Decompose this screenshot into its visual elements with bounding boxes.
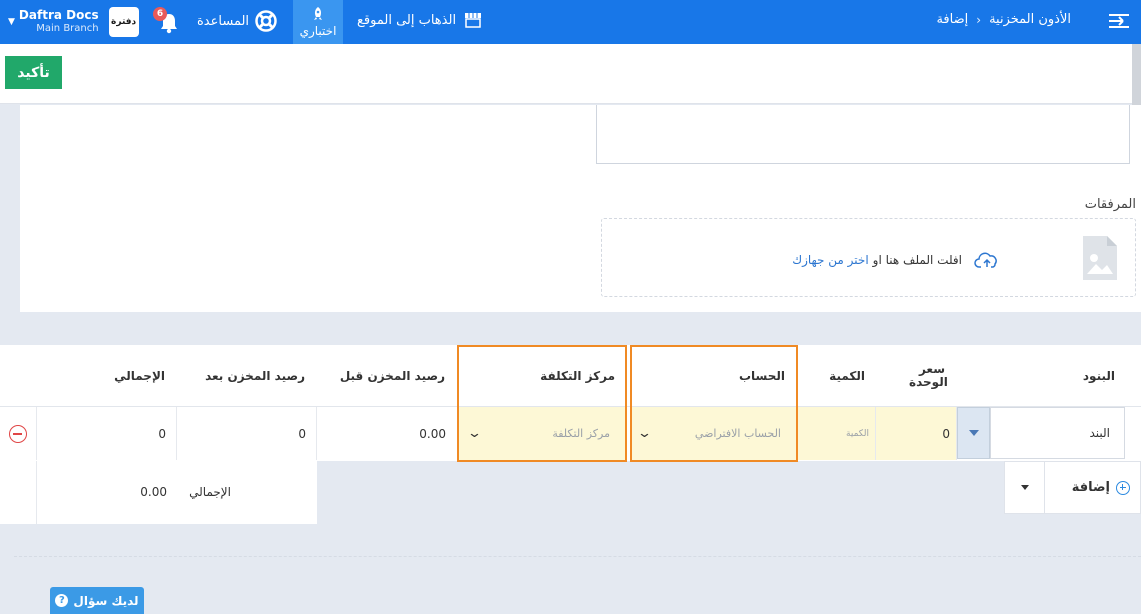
stock-before-cell: 0.00 — [317, 407, 459, 460]
header-total: الإجمالي — [114, 369, 165, 383]
caret-down-icon: ▼ — [8, 17, 15, 27]
action-bar: تأكيد — [0, 44, 1141, 104]
item-value: البند — [1089, 426, 1110, 440]
rocket-icon — [314, 7, 322, 20]
caret-down-icon — [1021, 485, 1029, 490]
help-button[interactable]: المساعدة — [197, 10, 277, 32]
branch-name: Main Branch — [36, 23, 99, 34]
header-items: البنود — [1082, 369, 1115, 383]
ask-question-button[interactable]: ? لديك سؤال — [50, 587, 144, 614]
stock-before-value: 0.00 — [419, 426, 446, 441]
chevron-right-icon: › — [976, 12, 982, 27]
totals-box: الإجمالي 0.00 — [37, 461, 317, 524]
top-navbar: الأذون المخزنية › إضافة الذهاب إلى الموق… — [0, 0, 1141, 44]
store-icon — [465, 13, 482, 28]
company-switcher[interactable]: ▼ Daftra Docs Main Branch دفترة — [8, 4, 139, 40]
explore-label: اختباري — [299, 24, 337, 38]
plus-circle-icon — [1116, 480, 1130, 495]
goto-site-label: الذهاب إلى الموقع — [357, 12, 457, 28]
stock-after-cell: 0 — [177, 407, 317, 460]
notification-count-badge: 6 — [153, 7, 167, 21]
items-table: البنود سعر الوحدة الكمية الحساب مركز الت… — [0, 345, 1141, 462]
add-options-dropdown[interactable] — [1005, 462, 1045, 513]
menu-toggle-icon[interactable] — [1107, 10, 1131, 32]
ask-question-label: لديك سؤال — [73, 593, 139, 608]
cost-center-highlight — [457, 345, 627, 462]
image-file-icon — [1083, 236, 1117, 280]
unit-price-cell[interactable]: 0 — [876, 407, 957, 460]
file-dropzone[interactable]: افلت الملف هنا او اختر من جهازك — [601, 218, 1136, 297]
notifications-button[interactable]: 6 — [153, 7, 181, 36]
item-dropdown-toggle[interactable] — [957, 407, 990, 459]
daftra-logo: دفترة — [108, 7, 139, 37]
stock-after-value: 0 — [298, 426, 306, 441]
explore-button[interactable]: اختباري — [293, 0, 343, 44]
goto-site-link[interactable]: الذهاب إلى الموقع — [357, 12, 482, 28]
choose-file-link[interactable]: اختر من جهازك — [792, 253, 868, 267]
add-row-button[interactable]: إضافة — [1044, 462, 1140, 513]
breadcrumb: الأذون المخزنية › إضافة — [936, 12, 1071, 27]
breadcrumb-current: إضافة — [936, 12, 969, 27]
add-row-group: إضافة — [1004, 461, 1141, 514]
header-unit-price: سعر الوحدة — [909, 362, 948, 389]
account-highlight — [630, 345, 798, 462]
total-label: الإجمالي — [189, 485, 231, 499]
header-stock-after: رصيد المخزن بعد — [205, 369, 305, 383]
dropzone-hint: افلت الملف هنا او — [872, 253, 962, 267]
dropzone-text: افلت الملف هنا او اختر من جهازك — [792, 251, 1000, 269]
header-stock-before: رصيد المخزن قبل — [339, 369, 445, 383]
help-label: المساعدة — [197, 13, 250, 29]
remove-row-icon[interactable] — [9, 425, 27, 443]
cloud-upload-icon — [974, 252, 997, 268]
breadcrumb-parent[interactable]: الأذون المخزنية — [989, 12, 1071, 27]
quantity-placeholder: الكمية — [846, 428, 869, 439]
question-icon: ? — [55, 594, 69, 607]
add-row-label: إضافة — [1071, 480, 1110, 495]
caret-down-icon — [968, 430, 979, 436]
notes-textarea[interactable] — [596, 105, 1130, 164]
unit-price-value: 0 — [942, 426, 950, 441]
total-cell: 0 — [37, 407, 177, 460]
confirm-button[interactable]: تأكيد — [5, 56, 62, 89]
form-panel: المرفقات افلت الملف هنا او اختر من جهازك — [20, 105, 1141, 312]
item-select[interactable]: البند — [990, 407, 1125, 459]
divider — [14, 556, 1141, 557]
header-quantity: الكمية — [829, 369, 865, 383]
lifebuoy-icon — [255, 10, 277, 32]
company-name: Daftra Docs — [18, 8, 99, 22]
totals-spacer — [0, 461, 37, 524]
grand-total-value: 0.00 — [140, 485, 167, 499]
quantity-field[interactable]: الكمية — [798, 407, 876, 460]
total-value: 0 — [158, 426, 166, 441]
attachments-label: المرفقات — [1084, 197, 1136, 212]
